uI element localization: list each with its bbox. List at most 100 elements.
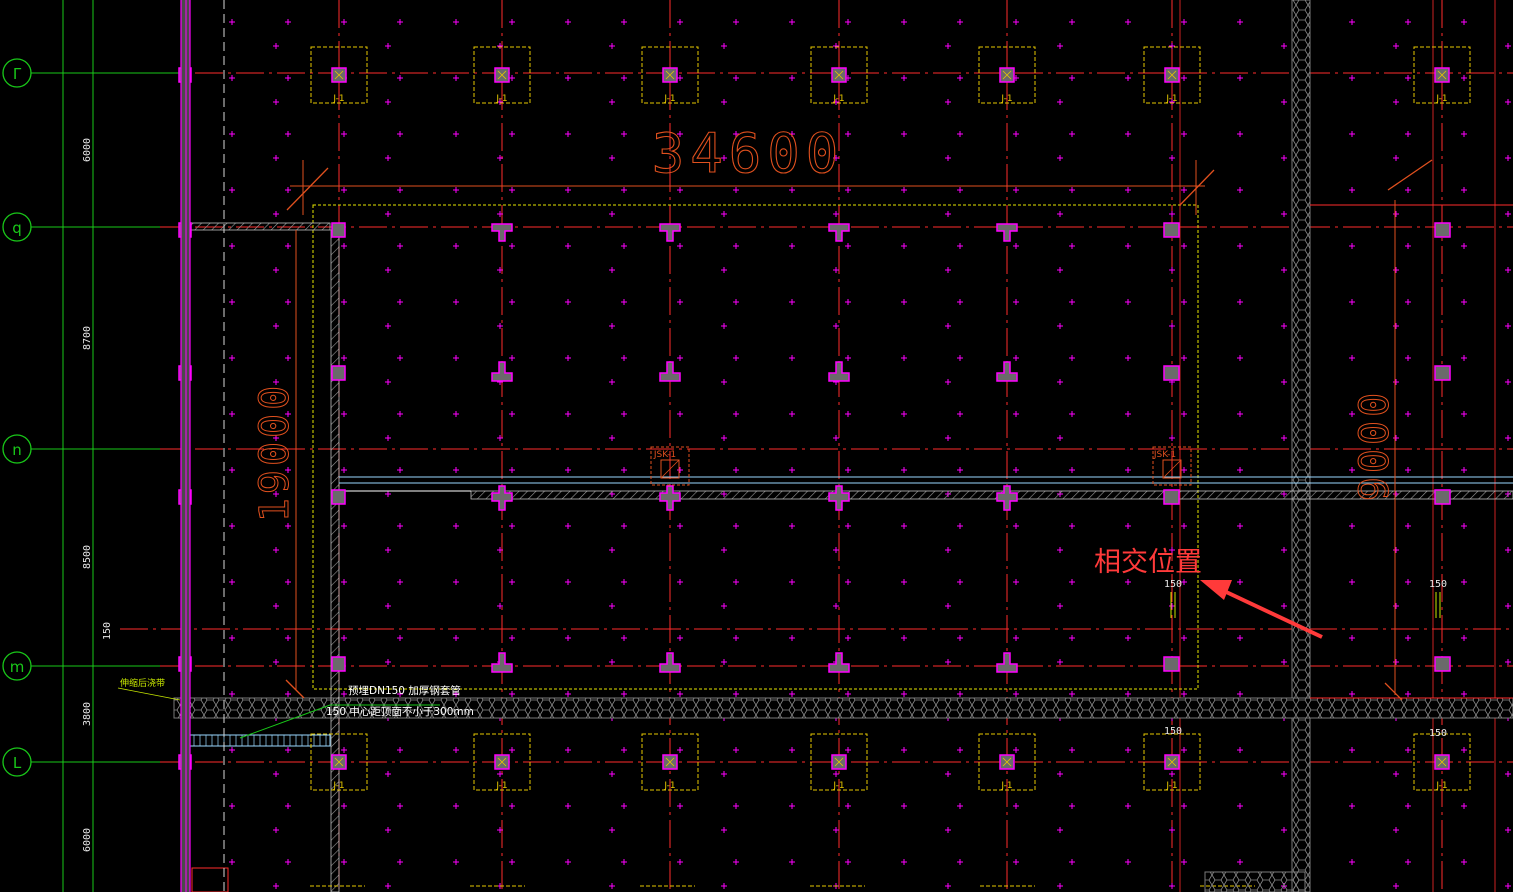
pit-outline <box>312 204 1199 690</box>
layout-point-cross <box>453 19 459 25</box>
layout-point-cross <box>677 523 683 529</box>
layout-point-cross <box>1181 299 1187 305</box>
small-dimension-text: 150 <box>1429 579 1447 590</box>
layout-point-cross <box>845 579 851 585</box>
axis-bubble-5[interactable]: L <box>2 747 32 777</box>
column-tee <box>491 652 513 673</box>
layout-point-cross <box>621 747 627 753</box>
layout-point-cross <box>1069 355 1075 361</box>
layout-point-cross <box>721 267 727 273</box>
layout-point-cross <box>229 691 235 697</box>
axis-bubble-4[interactable]: m <box>2 651 32 681</box>
layout-point-cross <box>957 411 963 417</box>
layout-point-cross <box>1057 659 1063 665</box>
layout-point-cross <box>385 435 391 441</box>
layout-point-cross <box>845 859 851 865</box>
layout-point-cross <box>397 747 403 753</box>
intersection-annotation[interactable]: 相交位置 <box>1094 547 1323 639</box>
layout-point-cross <box>341 467 347 473</box>
layout-point-cross <box>845 747 851 753</box>
small-dimension-text: 150 <box>1164 726 1182 737</box>
left-dimension-text: 8700 <box>82 326 93 350</box>
layout-point-cross <box>1349 747 1355 753</box>
axis-bubble-3[interactable]: n <box>2 434 32 464</box>
layout-point-cross <box>845 411 851 417</box>
layout-point-cross <box>945 603 951 609</box>
layout-point-cross <box>1349 523 1355 529</box>
layout-point-cross <box>1405 243 1411 249</box>
layout-point-cross <box>1125 691 1131 697</box>
layout-point-cross <box>1461 803 1467 809</box>
layout-point-cross <box>1461 467 1467 473</box>
layout-point-cross <box>721 547 727 553</box>
layout-point-cross <box>1057 771 1063 777</box>
layout-point-cross <box>1069 635 1075 641</box>
layout-point-cross <box>1237 187 1243 193</box>
layout-point-cross <box>1349 299 1355 305</box>
layout-point-cross <box>833 323 839 329</box>
layout-point-cross <box>677 411 683 417</box>
layout-point-cross <box>1181 747 1187 753</box>
layout-point-cross <box>721 603 727 609</box>
layout-point-cross <box>833 603 839 609</box>
layout-point-cross <box>945 547 951 553</box>
layout-point-cross <box>1349 187 1355 193</box>
layout-point-cross <box>385 659 391 665</box>
layout-point-cross <box>1181 803 1187 809</box>
layout-point-cross <box>341 187 347 193</box>
layout-point-cross <box>1069 859 1075 865</box>
footing-label: J-1 <box>663 94 675 104</box>
layout-point-cross <box>621 691 627 697</box>
layout-point-cross <box>1069 579 1075 585</box>
layout-point-cross <box>1349 691 1355 697</box>
layout-point-cross <box>1405 691 1411 697</box>
layout-point-cross <box>1069 187 1075 193</box>
layout-point-cross <box>1125 747 1131 753</box>
layout-point-cross <box>1181 187 1187 193</box>
layout-point-cross <box>1013 187 1019 193</box>
axis-bubble-2[interactable]: q <box>2 212 32 242</box>
layout-point-cross <box>273 211 279 217</box>
layout-point-cross <box>1461 579 1467 585</box>
layout-point-cross <box>229 19 235 25</box>
layout-point-cross <box>1125 635 1131 641</box>
layout-point-cross <box>733 691 739 697</box>
layout-point-cross <box>1169 771 1175 777</box>
layout-point-cross <box>1405 131 1411 137</box>
layout-point-cross <box>845 187 851 193</box>
layout-point-cross <box>509 803 515 809</box>
layout-point-cross <box>945 211 951 217</box>
layout-point-cross <box>1393 323 1399 329</box>
layout-point-cross <box>1281 43 1287 49</box>
cad-drawing-canvas[interactable]: Γ q n m L 6000 8700 8500 3800 6000 J-1 J… <box>0 0 1513 892</box>
layout-point-cross <box>609 827 615 833</box>
layout-point-cross <box>721 827 727 833</box>
footing-labels-bottom: J-1 J-1 J-1 J-1 J-1 J-1 J-1 <box>332 781 1447 791</box>
layout-point-cross <box>1169 883 1175 889</box>
layout-point-cross <box>901 803 907 809</box>
layout-point-cross <box>1169 43 1175 49</box>
layout-point-cross <box>397 299 403 305</box>
layout-point-cross <box>285 299 291 305</box>
layout-point-cross <box>733 19 739 25</box>
layout-point-cross <box>453 131 459 137</box>
layout-point-cross <box>285 131 291 137</box>
main-dimension: 34600 <box>286 121 1215 215</box>
layout-point-cross <box>677 635 683 641</box>
layout-point-cross <box>1405 187 1411 193</box>
layout-point-cross <box>453 859 459 865</box>
layout-points <box>229 19 1511 889</box>
layout-point-cross <box>1057 547 1063 553</box>
layout-point-cross <box>1013 579 1019 585</box>
layout-point-cross <box>901 75 907 81</box>
layout-point-cross <box>901 243 907 249</box>
layout-point-cross <box>385 43 391 49</box>
layout-point-cross <box>497 155 503 161</box>
layout-point-cross <box>957 75 963 81</box>
layout-point-cross <box>957 747 963 753</box>
layout-point-cross <box>1057 603 1063 609</box>
layout-point-cross <box>1461 747 1467 753</box>
layout-point-cross <box>1281 603 1287 609</box>
axis-bubble-1[interactable]: Γ <box>2 58 32 88</box>
column-cross <box>996 485 1018 511</box>
